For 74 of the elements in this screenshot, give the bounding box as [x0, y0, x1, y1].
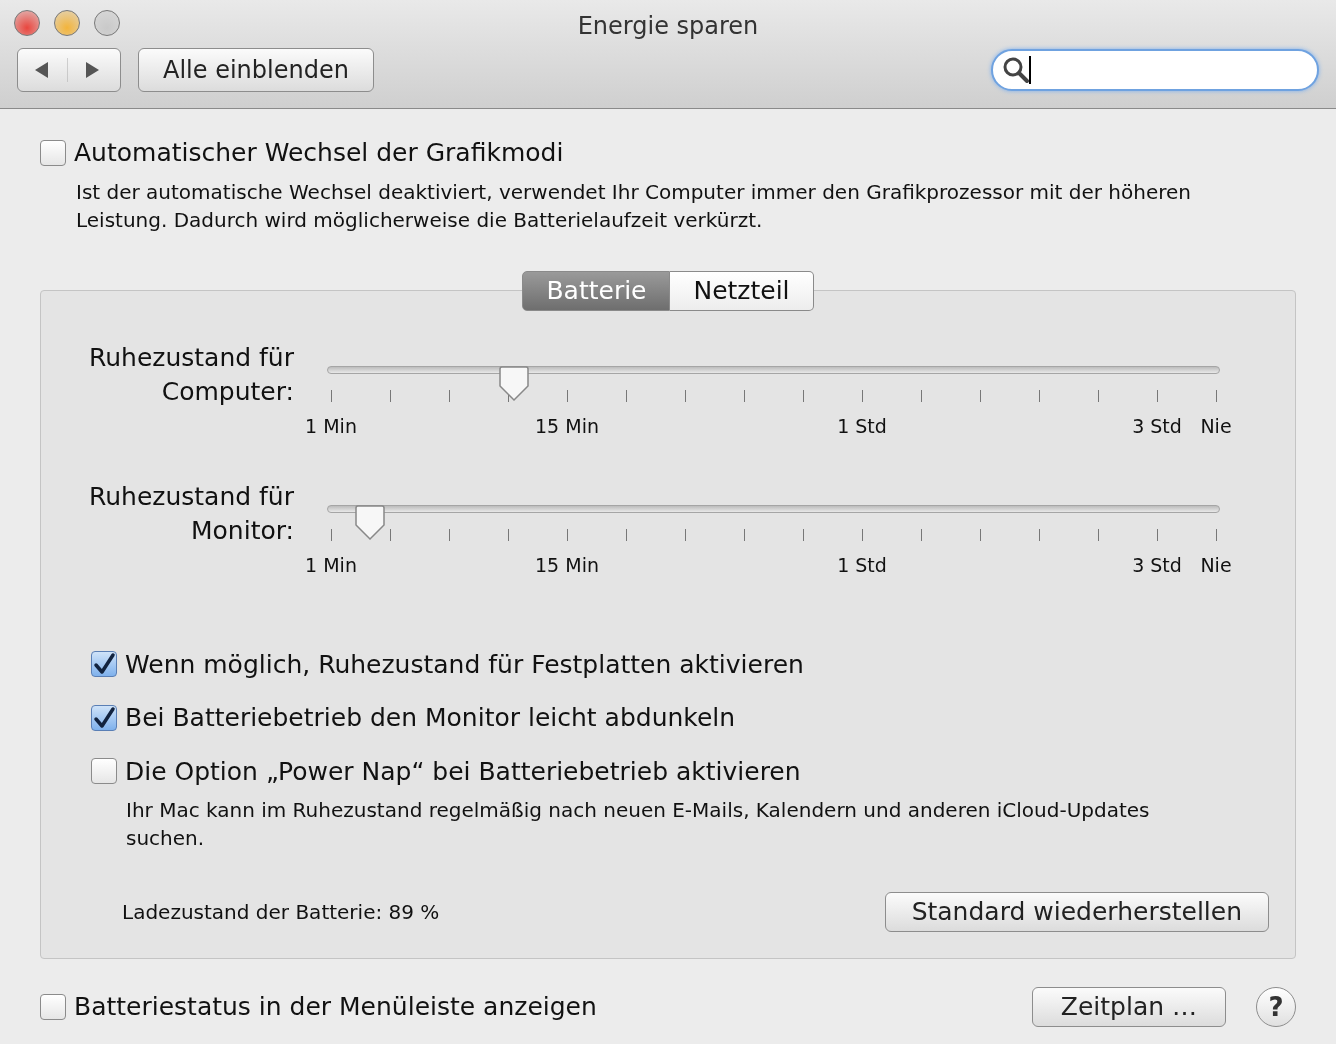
search-icon: [1003, 57, 1029, 83]
zoom-button[interactable]: [94, 10, 120, 36]
checkbox[interactable]: [91, 758, 117, 785]
checkbox[interactable]: [91, 651, 117, 678]
tick-mark: [920, 389, 922, 402]
tick-label: 1 Min: [305, 413, 357, 439]
slider-thumb[interactable]: [353, 505, 386, 541]
tick-mark: [566, 529, 568, 541]
checkbox[interactable]: [40, 139, 66, 166]
slider-track[interactable]: [327, 365, 1220, 402]
description-text: Ist der automatische Wechsel deaktiviert, verwendet Ihr Computer immer den Grafikprozessor mit der höheren Leistung. Dadurch wird möglicherweise die Batterielaufzeit verkürzt.: [76, 178, 1192, 234]
tick-mark: [802, 389, 804, 402]
tick-mark: [684, 389, 686, 402]
tick-label: Nie: [1200, 553, 1232, 578]
schedule-button[interactable]: Zeitplan …: [1031, 987, 1226, 1027]
tick-label: 15 Min: [535, 413, 599, 439]
tick-label: 3 Std: [1132, 553, 1182, 578]
tick-mark: [1038, 529, 1040, 541]
tick-label: 1 Min: [305, 553, 357, 578]
tick-mark: [684, 529, 686, 541]
battery-level-text: Ladezustand der Batterie: 89 %: [122, 899, 440, 926]
slider-label: Ruhezustand für Monitor:: [87, 481, 294, 547]
back-forward-buttons[interactable]: [17, 48, 121, 92]
tick-label: 1 Std: [837, 553, 887, 578]
show-all-button[interactable]: Alle einblenden: [138, 48, 374, 92]
tick-mark: [625, 529, 627, 541]
tick-mark: [1215, 529, 1217, 541]
tick-mark: [1038, 389, 1040, 402]
restore-defaults-button[interactable]: Standard wiederherstellen: [884, 892, 1269, 932]
tick-mark: [1215, 389, 1217, 402]
tick-label: 3 Std: [1132, 413, 1182, 439]
checkbox-label: Die Option „Power Nap“ bei Batteriebetrieb aktivieren: [125, 755, 801, 788]
tick-mark: [330, 529, 332, 541]
tick-label: Nie: [1200, 413, 1232, 439]
slider-thumb[interactable]: [497, 365, 530, 402]
tick-mark: [448, 389, 450, 402]
tick-mark: [920, 529, 922, 541]
text-cursor: [1029, 56, 1031, 84]
tick-mark: [979, 389, 981, 402]
checkbox-label: Wenn möglich, Ruhezustand für Festplatten aktivieren: [125, 648, 804, 681]
description-text: Ihr Mac kann im Ruhezustand regelmäßig nach neuen E-Mails, Kalendern und anderen iCloud-Updates suchen.: [126, 797, 1151, 852]
tick-mark: [743, 529, 745, 541]
tick-mark: [566, 389, 568, 402]
tick-mark: [625, 389, 627, 402]
close-button[interactable]: [14, 10, 40, 36]
slider-label: Ruhezustand für Computer:: [87, 341, 294, 408]
tick-mark: [802, 529, 804, 541]
tick-mark: [389, 389, 391, 402]
minimize-button[interactable]: [54, 10, 80, 36]
tick-mark: [1097, 389, 1099, 402]
tick-mark: [1156, 389, 1158, 402]
tick-mark: [861, 389, 863, 402]
checkbox[interactable]: [40, 994, 66, 1020]
tick-mark: [330, 389, 332, 402]
search-field[interactable]: [991, 49, 1319, 91]
checkbox-label: Bei Batteriebetrieb den Monitor leicht abdunkeln: [125, 702, 736, 734]
tick-label: 1 Std: [837, 413, 887, 439]
checkbox-label: Batteriestatus in der Menüleiste anzeigen: [74, 991, 598, 1024]
checkbox-label: Automatischer Wechsel der Grafikmodi: [74, 137, 564, 169]
tick-mark: [389, 529, 391, 541]
tick-label: 15 Min: [535, 553, 599, 578]
slider-track[interactable]: [327, 505, 1220, 541]
tick-mark: [861, 529, 863, 541]
tick-mark: [1156, 529, 1158, 541]
tick-mark: [743, 389, 745, 402]
tick-mark: [448, 529, 450, 541]
help-button[interactable]: ?: [1256, 987, 1296, 1027]
checkbox[interactable]: [91, 704, 117, 731]
tab[interactable]: Netzteil: [670, 270, 814, 311]
window-title: Energie sparen: [577, 12, 759, 40]
tick-mark: [507, 529, 509, 541]
tick-mark: [1097, 529, 1099, 541]
tick-mark: [979, 529, 981, 541]
tab[interactable]: Batterie: [522, 270, 671, 311]
